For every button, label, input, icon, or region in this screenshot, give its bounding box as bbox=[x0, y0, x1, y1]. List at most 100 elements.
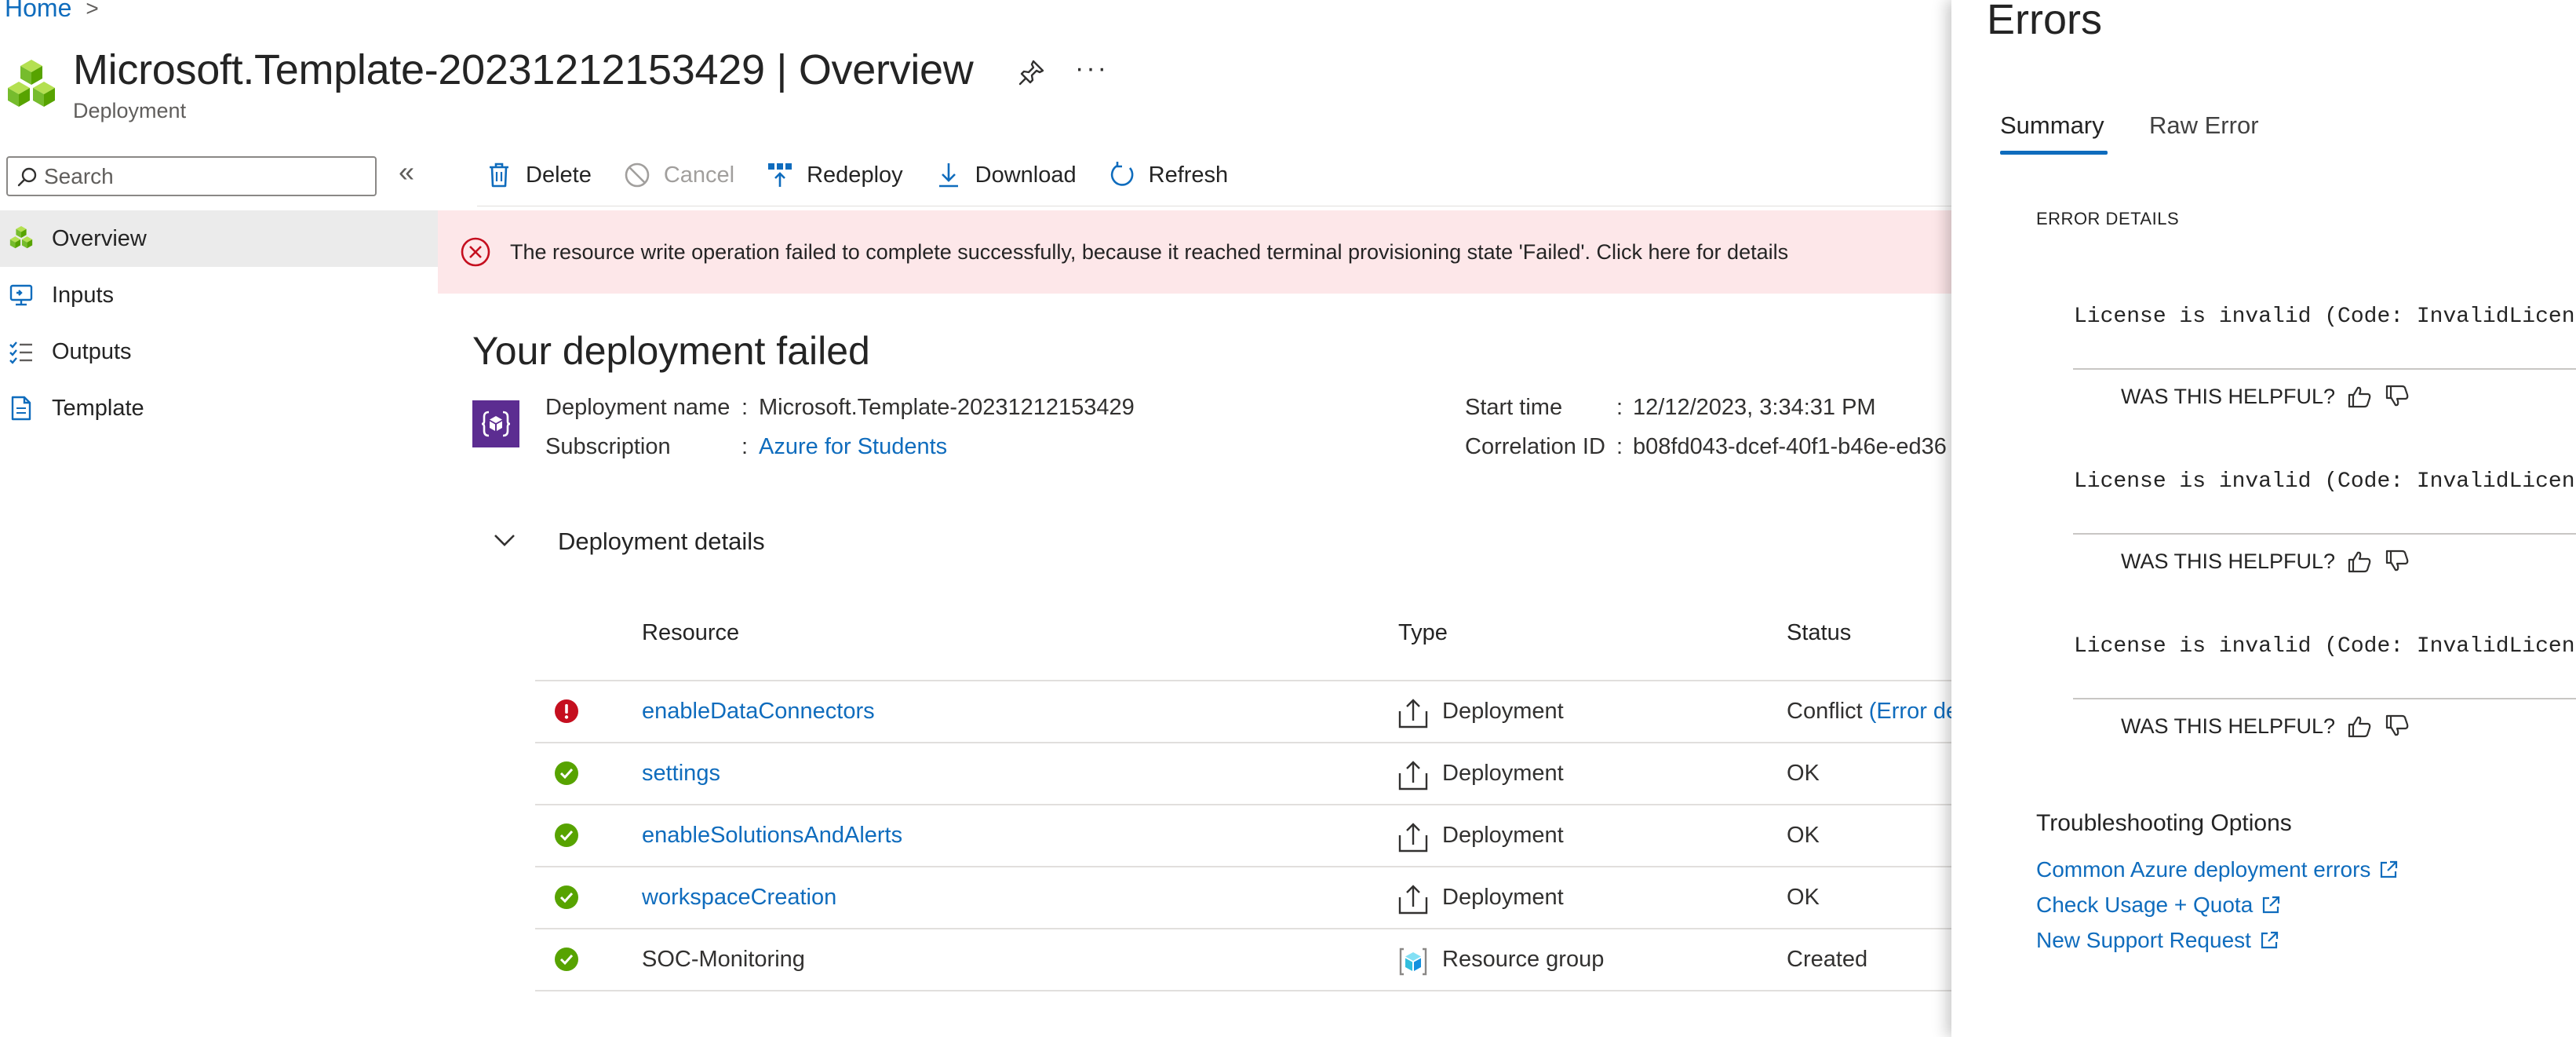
sidebar-item-label: Overview bbox=[52, 225, 147, 251]
collapse-sidebar-button[interactable]: « bbox=[399, 155, 414, 188]
type-text: Deployment bbox=[1442, 885, 1564, 910]
deployment-cubes-icon bbox=[9, 225, 33, 249]
external-link-icon bbox=[2381, 860, 2398, 878]
start-time-value: 12/12/2023, 3:34:31 PM bbox=[1633, 395, 1876, 420]
cancel-icon bbox=[625, 162, 650, 188]
table-row: SOC-Monitoring Resource group Created bbox=[535, 928, 1952, 990]
sidebar-item-inputs[interactable]: Inputs bbox=[0, 267, 438, 323]
error-message: License is invalid (Code: InvalidLicense bbox=[2074, 469, 2576, 494]
success-check-icon bbox=[555, 761, 578, 785]
feedback-row: WAS THIS HELPFUL? bbox=[2121, 713, 2410, 739]
usage-quota-link[interactable]: Check Usage + Quota bbox=[2036, 893, 2281, 918]
column-header-type[interactable]: Type bbox=[1398, 620, 1448, 646]
status-value: Conflict bbox=[1787, 699, 1863, 724]
chevron-right-icon: > bbox=[86, 0, 99, 20]
deployment-cubes-icon bbox=[8, 60, 55, 107]
deployment-upload-icon bbox=[1398, 885, 1428, 915]
redeploy-label: Redeploy bbox=[807, 162, 903, 188]
success-check-icon bbox=[555, 885, 578, 909]
refresh-icon bbox=[1110, 162, 1134, 186]
start-time-sep: : bbox=[1616, 395, 1623, 420]
download-label: Download bbox=[975, 162, 1077, 188]
template-braces-icon bbox=[472, 400, 519, 447]
sidebar-item-overview[interactable]: Overview bbox=[0, 210, 438, 267]
correlation-id-value: b08fd043-dcef-40f1-b46e-ed36 bbox=[1633, 434, 1947, 459]
thumbs-down-icon[interactable] bbox=[2384, 713, 2410, 739]
refresh-button[interactable]: Refresh bbox=[1108, 161, 1228, 189]
type-text: Deployment bbox=[1442, 761, 1564, 786]
search-icon bbox=[17, 167, 37, 186]
sidebar-item-template[interactable]: Template bbox=[0, 380, 438, 436]
pin-icon[interactable] bbox=[1016, 57, 1048, 88]
was-helpful-label: WAS THIS HELPFUL? bbox=[2121, 714, 2336, 738]
table-row: enableSolutionsAndAlerts Deployment OK bbox=[535, 804, 1952, 866]
cancel-button[interactable]: Cancel bbox=[623, 161, 734, 189]
table-row: enableDataConnectors Deployment Conflict… bbox=[535, 680, 1958, 742]
column-header-status[interactable]: Status bbox=[1787, 620, 1851, 646]
sidebar-item-label: Outputs bbox=[52, 338, 132, 364]
error-details-label: ERROR DETAILS bbox=[2036, 209, 2180, 228]
cancel-label: Cancel bbox=[663, 162, 735, 188]
thumbs-up-icon[interactable] bbox=[2346, 548, 2373, 575]
correlation-id-sep: : bbox=[1616, 434, 1623, 459]
thumbs-up-icon[interactable] bbox=[2346, 713, 2373, 739]
error-divider bbox=[2073, 368, 2576, 370]
thumbs-up-icon[interactable] bbox=[2346, 383, 2373, 410]
active-tab-indicator bbox=[2000, 151, 2108, 155]
redeploy-button[interactable]: Redeploy bbox=[766, 161, 903, 189]
download-button[interactable]: Download bbox=[935, 161, 1077, 189]
resource-link[interactable]: workspaceCreation bbox=[642, 885, 836, 911]
error-status-icon bbox=[555, 699, 578, 723]
success-check-icon bbox=[555, 823, 578, 847]
sidebar-search[interactable] bbox=[6, 156, 377, 196]
errors-panel-title: Errors bbox=[1987, 0, 2102, 43]
deployment-upload-icon bbox=[1398, 761, 1428, 791]
subscription-link[interactable]: Azure for Students bbox=[759, 434, 947, 460]
error-message: License is invalid (Code: InvalidLicense bbox=[2074, 305, 2576, 329]
delete-button[interactable]: Delete bbox=[485, 161, 592, 189]
azure-portal-page: Home > Microsoft.Template-20231212153429… bbox=[0, 0, 2576, 1037]
thumbs-down-icon[interactable] bbox=[2384, 548, 2410, 575]
resource-link[interactable]: enableDataConnectors bbox=[642, 699, 875, 725]
status-text: Conflict (Error de bbox=[1787, 699, 1958, 725]
column-header-resource[interactable]: Resource bbox=[642, 620, 739, 646]
breadcrumb-home-link[interactable]: Home bbox=[5, 0, 71, 23]
delete-label: Delete bbox=[526, 162, 592, 188]
deployment-upload-icon bbox=[1398, 699, 1428, 728]
tab-summary[interactable]: Summary bbox=[2000, 111, 2104, 140]
error-details-link[interactable]: (Error de bbox=[1869, 699, 1958, 724]
subscription-label: Subscription bbox=[545, 434, 671, 459]
table-row: workspaceCreation Deployment OK bbox=[535, 866, 1952, 928]
resource-name: SOC-Monitoring bbox=[642, 947, 805, 972]
feedback-row: WAS THIS HELPFUL? bbox=[2121, 548, 2410, 575]
more-options-button[interactable]: ··· bbox=[1075, 53, 1109, 84]
correlation-id-label: Correlation ID bbox=[1465, 434, 1605, 459]
search-input[interactable] bbox=[44, 163, 358, 189]
type-text: Deployment bbox=[1442, 699, 1564, 724]
sidebar-item-outputs[interactable]: Outputs bbox=[0, 323, 438, 380]
trash-icon bbox=[490, 162, 508, 188]
was-helpful-label: WAS THIS HELPFUL? bbox=[2121, 384, 2336, 408]
external-link-icon bbox=[2261, 931, 2279, 949]
resource-link[interactable]: enableSolutionsAndAlerts bbox=[642, 823, 902, 849]
status-text: OK bbox=[1787, 885, 1820, 910]
sidebar-item-label: Inputs bbox=[52, 282, 114, 308]
deployment-name-value: Microsoft.Template-20231212153429 bbox=[759, 395, 1135, 420]
sidebar-item-label: Template bbox=[52, 395, 144, 421]
deployment-upload-icon bbox=[1398, 823, 1428, 853]
deployment-name-row: Deployment name bbox=[545, 395, 730, 421]
deployment-name-label: Deployment name bbox=[545, 395, 731, 420]
tab-raw-error[interactable]: Raw Error bbox=[2149, 111, 2259, 140]
deployment-status-heading: Your deployment failed bbox=[472, 329, 870, 373]
status-text: OK bbox=[1787, 761, 1820, 786]
error-message: License is invalid (Code: InvalidLicense bbox=[2074, 634, 2576, 659]
support-request-link[interactable]: New Support Request bbox=[2036, 928, 2279, 953]
chevron-down-icon[interactable] bbox=[489, 524, 520, 556]
common-errors-link[interactable]: Common Azure deployment errors bbox=[2036, 857, 2399, 882]
resource-link[interactable]: settings bbox=[642, 761, 720, 787]
thumbs-down-icon[interactable] bbox=[2384, 383, 2410, 410]
error-divider bbox=[2073, 533, 2576, 535]
troubleshooting-title: Troubleshooting Options bbox=[2036, 810, 2292, 836]
subscription-sep: : bbox=[741, 434, 749, 459]
error-banner[interactable]: The resource write operation failed to c… bbox=[438, 210, 1952, 294]
